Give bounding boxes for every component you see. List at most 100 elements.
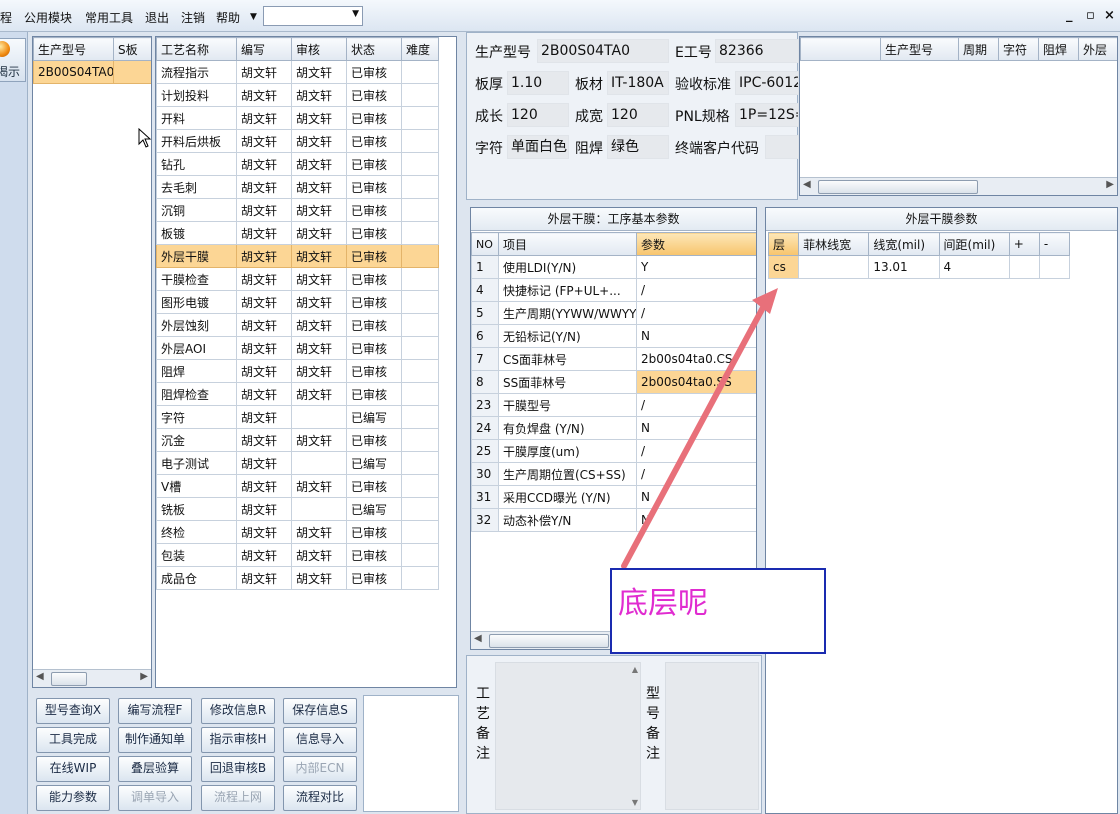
process-cell[interactable]: V槽 — [156, 474, 237, 498]
import-info-button[interactable]: 信息导入 — [283, 727, 357, 753]
param-no-cell[interactable]: 1 — [471, 255, 499, 279]
process-row[interactable]: 计划投料 胡文轩 胡文轩 已审核 — [156, 83, 439, 107]
model-cell[interactable]: 2B00S04TA0 — [33, 60, 114, 84]
process-cell[interactable] — [401, 520, 439, 544]
process-row[interactable]: 干膜检查 胡文轩 胡文轩 已审核 — [156, 267, 439, 291]
process-cell[interactable]: 胡文轩 — [236, 382, 292, 406]
process-cell[interactable]: 已审核 — [346, 244, 402, 268]
process-cell[interactable]: 胡文轩 — [291, 313, 347, 337]
process-cell[interactable]: 胡文轩 — [291, 221, 347, 245]
scroll-thumb[interactable] — [489, 634, 609, 648]
item-header[interactable]: 项目 — [498, 232, 637, 256]
scroll-left-icon[interactable]: ◀ — [474, 633, 482, 644]
write-process-button[interactable]: 编写流程F — [118, 698, 192, 724]
process-cell[interactable]: 已审核 — [346, 221, 402, 245]
process-cell[interactable] — [401, 152, 439, 176]
process-cell[interactable]: 已审核 — [346, 129, 402, 153]
stackup-check-button[interactable]: 叠层验算 — [118, 756, 192, 782]
process-cell[interactable]: 胡文轩 — [236, 520, 292, 544]
model-row[interactable]: 2B00S04TA0 — [33, 60, 151, 84]
process-name-header[interactable]: 工艺名称 — [156, 37, 237, 61]
process-row[interactable]: 开料 胡文轩 胡文轩 已审核 — [156, 106, 439, 130]
param-no-cell[interactable]: 31 — [471, 485, 499, 509]
process-cell[interactable]: 胡文轩 — [236, 83, 292, 107]
process-cell[interactable] — [401, 60, 439, 84]
process-compare-button[interactable]: 流程对比 — [283, 785, 357, 811]
process-row[interactable]: 外层AOI 胡文轩 胡文轩 已审核 — [156, 336, 439, 360]
process-cell[interactable] — [401, 290, 439, 314]
process-cell[interactable]: 图形电镀 — [156, 290, 237, 314]
chevron-down-icon[interactable]: ▼ — [352, 9, 359, 19]
param-item-cell[interactable]: 生产周期(YYWW/WWYY) — [498, 301, 637, 325]
param-item-cell[interactable]: SS面菲林号 — [498, 370, 637, 394]
process-cell[interactable]: 包装 — [156, 543, 237, 567]
process-cell[interactable] — [401, 543, 439, 567]
remove-row-button[interactable]: - — [1038, 232, 1071, 256]
process-cell[interactable] — [401, 336, 439, 360]
scroll-thumb[interactable] — [51, 672, 87, 686]
param-value-cell[interactable]: N — [636, 324, 756, 348]
summary-cycle-header[interactable]: 周期 — [958, 37, 999, 61]
menu-common-tools[interactable]: 常用工具 — [85, 9, 133, 26]
process-cell[interactable]: 沉金 — [156, 428, 237, 452]
s-board-cell[interactable] — [113, 60, 151, 84]
param-value-cell[interactable]: / — [636, 439, 756, 463]
model-remarks-textarea[interactable] — [665, 662, 759, 810]
process-cell[interactable] — [291, 497, 347, 521]
process-cell[interactable]: 成品仓 — [156, 566, 237, 590]
param-no-cell[interactable]: 24 — [471, 416, 499, 440]
param-item-cell[interactable]: 快捷标记 (FP+UL+... — [498, 278, 637, 302]
process-cell[interactable]: 已审核 — [346, 290, 402, 314]
process-online-button[interactable]: 流程上网 — [201, 785, 275, 811]
process-cell[interactable]: 铣板 — [156, 497, 237, 521]
param-no-cell[interactable]: 23 — [471, 393, 499, 417]
process-cell[interactable]: 阻焊 — [156, 359, 237, 383]
status-header[interactable]: 状态 — [346, 37, 402, 61]
process-cell[interactable]: 计划投料 — [156, 83, 237, 107]
param-row[interactable]: 32 动态补偿Y/N N — [471, 508, 756, 532]
param-row[interactable]: 24 有负焊盘 (Y/N) N — [471, 416, 756, 440]
chevron-down-icon[interactable]: ▼ — [250, 12, 257, 22]
scroll-down-icon[interactable]: ▼ — [632, 798, 638, 807]
process-cell[interactable]: 外层蚀刻 — [156, 313, 237, 337]
param-value-cell[interactable]: N — [636, 485, 756, 509]
film-cell[interactable]: 4 — [938, 255, 1010, 279]
process-cell[interactable]: 已审核 — [346, 267, 402, 291]
process-cell[interactable]: 胡文轩 — [291, 336, 347, 360]
process-cell[interactable] — [401, 451, 439, 475]
process-cell[interactable] — [401, 428, 439, 452]
process-cell[interactable]: 已编写 — [346, 451, 402, 475]
process-cell[interactable] — [291, 451, 347, 475]
param-value-cell[interactable]: 2b00s04ta0.SS — [636, 370, 756, 394]
process-cell[interactable]: 已审核 — [346, 359, 402, 383]
process-cell[interactable]: 胡文轩 — [236, 106, 292, 130]
process-row[interactable]: 开料后烘板 胡文轩 胡文轩 已审核 — [156, 129, 439, 153]
save-info-button[interactable]: 保存信息S — [283, 698, 357, 724]
model-list-scrollbar[interactable]: ◀ ▶ — [33, 669, 151, 687]
process-row[interactable]: 图形电镀 胡文轩 胡文轩 已审核 — [156, 290, 439, 314]
process-cell[interactable]: 胡文轩 — [291, 60, 347, 84]
process-cell[interactable]: 胡文轩 — [236, 244, 292, 268]
param-row[interactable]: 4 快捷标记 (FP+UL+... / — [471, 278, 756, 302]
film-cell[interactable] — [1038, 255, 1071, 279]
process-cell[interactable]: 胡文轩 — [236, 152, 292, 176]
process-cell[interactable]: 胡文轩 — [236, 198, 292, 222]
process-row[interactable]: 外层蚀刻 胡文轩 胡文轩 已审核 — [156, 313, 439, 337]
process-row[interactable]: 阻焊检查 胡文轩 胡文轩 已审核 — [156, 382, 439, 406]
process-cell[interactable]: 胡文轩 — [291, 152, 347, 176]
process-cell[interactable]: 已审核 — [346, 106, 402, 130]
param-header[interactable]: 参数 — [636, 232, 756, 256]
param-no-cell[interactable]: 32 — [471, 508, 499, 532]
summary-scrollbar[interactable]: ◀ ▶ — [800, 177, 1117, 195]
tool-complete-button[interactable]: 工具完成 — [36, 727, 110, 753]
process-row[interactable]: 字符 胡文轩 已编写 — [156, 405, 439, 429]
param-row[interactable]: 8 SS面菲林号 2b00s04ta0.SS — [471, 370, 756, 394]
process-row[interactable]: 终检 胡文轩 胡文轩 已审核 — [156, 520, 439, 544]
param-item-cell[interactable]: 无铅标记(Y/N) — [498, 324, 637, 348]
length-field[interactable]: 120 — [507, 103, 569, 127]
pnl-field[interactable]: 1P=12S= — [735, 103, 799, 127]
process-cell[interactable]: 已审核 — [346, 336, 402, 360]
process-cell[interactable]: 已审核 — [346, 60, 402, 84]
online-wip-button[interactable]: 在线WIP — [36, 756, 110, 782]
material-field[interactable]: IT-180A — [607, 71, 669, 95]
